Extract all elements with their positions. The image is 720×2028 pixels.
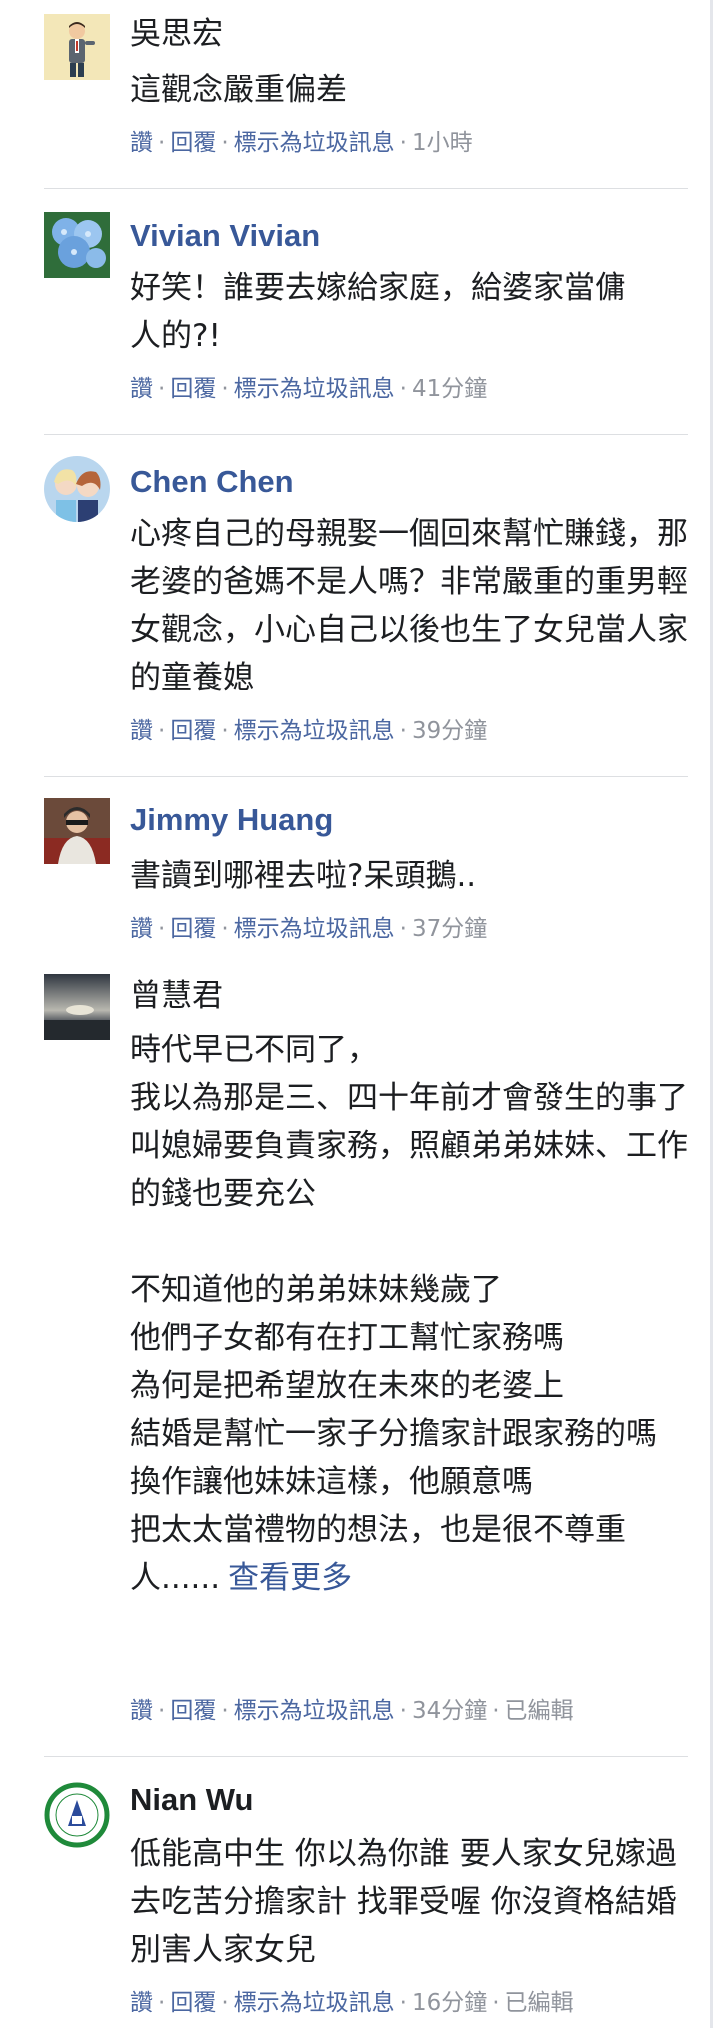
avatar[interactable]	[44, 798, 110, 864]
like-link[interactable]: 讚	[130, 1698, 153, 1724]
comment-actions: 讚 · 回覆 · 標示為垃圾訊息 · 34分鐘 · 已編輯	[130, 1696, 574, 1726]
like-link[interactable]: 讚	[130, 376, 153, 402]
like-link[interactable]: 讚	[130, 130, 153, 156]
comment-author[interactable]: Nian Wu	[130, 1780, 253, 1820]
mark-spam-link[interactable]: 標示為垃圾訊息	[234, 376, 395, 402]
comment-timestamp[interactable]: 1小時	[412, 130, 473, 156]
separator: ·	[492, 1698, 500, 1724]
comment-text: 低能高中生 你以為你誰 要人家女兒嫁過去吃苦分擔家計 找罪受喔 你沒資格結婚 別…	[130, 1836, 677, 1968]
separator: ·	[399, 1698, 407, 1724]
frozen-characters-avatar-icon	[44, 456, 110, 522]
like-link[interactable]: 讚	[130, 916, 153, 942]
mark-spam-link[interactable]: 標示為垃圾訊息	[234, 1698, 395, 1724]
reply-link[interactable]: 回覆	[170, 376, 216, 402]
scrollbar-track	[710, 0, 713, 2028]
comment-author[interactable]: 曾慧君	[130, 976, 223, 1016]
comment-actions: 讚 · 回覆 · 標示為垃圾訊息 · 37分鐘	[130, 914, 487, 944]
divider	[44, 776, 688, 777]
separator: ·	[221, 718, 229, 744]
hydrangea-avatar-icon	[44, 212, 110, 278]
edited-label[interactable]: 已編輯	[505, 1990, 574, 2016]
separator: ·	[158, 718, 166, 744]
separator: ·	[158, 1698, 166, 1724]
separator: ·	[221, 916, 229, 942]
mark-spam-link[interactable]: 標示為垃圾訊息	[234, 916, 395, 942]
separator: ·	[399, 1990, 407, 2016]
avatar[interactable]	[44, 974, 110, 1040]
comment-text: 心疼自己的母親娶一個回來幫忙賺錢，那老婆的爸媽不是人嗎？非常嚴重的重男輕女觀念，…	[130, 516, 688, 696]
comment-author[interactable]: 吳思宏	[130, 14, 223, 54]
separator: ·	[158, 916, 166, 942]
comment-timestamp[interactable]: 37分鐘	[412, 916, 487, 942]
comment-author[interactable]: Vivian Vivian	[130, 216, 320, 256]
like-link[interactable]: 讚	[130, 1990, 153, 2016]
like-link[interactable]: 讚	[130, 718, 153, 744]
separator: ·	[158, 130, 166, 156]
separator: ·	[221, 130, 229, 156]
reply-link[interactable]: 回覆	[170, 1698, 216, 1724]
separator: ·	[158, 376, 166, 402]
person-photo-avatar-icon	[44, 798, 110, 864]
cartoon-man-avatar-icon	[44, 14, 110, 80]
avatar[interactable]	[44, 14, 110, 80]
avatar[interactable]	[44, 456, 110, 522]
comment-timestamp[interactable]: 41分鐘	[412, 376, 487, 402]
comment-author[interactable]: Chen Chen	[130, 462, 294, 502]
separator: ·	[221, 1698, 229, 1724]
divider	[44, 1756, 688, 1757]
mark-spam-link[interactable]: 標示為垃圾訊息	[234, 1990, 395, 2016]
comment-actions: 讚 · 回覆 · 標示為垃圾訊息 · 41分鐘	[130, 374, 487, 404]
divider	[44, 188, 688, 189]
comment-actions: 讚 · 回覆 · 標示為垃圾訊息 · 1小時	[130, 128, 473, 158]
comment-text: 好笑！誰要去嫁給家庭，給婆家當傭人的?!	[130, 270, 626, 354]
comment-text: 書讀到哪裡去啦?呆頭鵝..	[130, 858, 477, 894]
separator: ·	[399, 376, 407, 402]
school-emblem-avatar-icon	[44, 1782, 110, 1848]
comment-author[interactable]: Jimmy Huang	[130, 800, 333, 840]
comment-actions: 讚 · 回覆 · 標示為垃圾訊息 · 16分鐘 · 已編輯	[130, 1988, 574, 2018]
avatar[interactable]	[44, 1782, 110, 1848]
see-more-link[interactable]: 查看更多	[228, 1560, 352, 1596]
separator: ·	[399, 718, 407, 744]
mark-spam-link[interactable]: 標示為垃圾訊息	[234, 130, 395, 156]
edited-label[interactable]: 已編輯	[505, 1698, 574, 1724]
comment-text: 這觀念嚴重偏差	[130, 72, 347, 108]
separator: ·	[399, 130, 407, 156]
comment-timestamp[interactable]: 34分鐘	[412, 1698, 487, 1724]
sunset-landscape-avatar-icon	[44, 974, 110, 1040]
separator: ·	[221, 1990, 229, 2016]
separator: ·	[221, 376, 229, 402]
divider	[44, 434, 688, 435]
separator: ·	[158, 1990, 166, 2016]
reply-link[interactable]: 回覆	[170, 1990, 216, 2016]
avatar[interactable]	[44, 212, 110, 278]
comment-text: 時代早已不同了， 我以為那是三、四十年前才會發生的事了 叫媳婦要負責家務，照顧弟…	[130, 1026, 690, 1602]
comment-actions: 讚 · 回覆 · 標示為垃圾訊息 · 39分鐘	[130, 716, 487, 746]
reply-link[interactable]: 回覆	[170, 130, 216, 156]
comment-text-content: 時代早已不同了， 我以為那是三、四十年前才會發生的事了 叫媳婦要負責家務，照顧弟…	[130, 1032, 688, 1596]
reply-link[interactable]: 回覆	[170, 916, 216, 942]
separator: ·	[399, 916, 407, 942]
comment-timestamp[interactable]: 16分鐘	[412, 1990, 487, 2016]
comment-timestamp[interactable]: 39分鐘	[412, 718, 487, 744]
mark-spam-link[interactable]: 標示為垃圾訊息	[234, 718, 395, 744]
separator: ·	[492, 1990, 500, 2016]
reply-link[interactable]: 回覆	[170, 718, 216, 744]
